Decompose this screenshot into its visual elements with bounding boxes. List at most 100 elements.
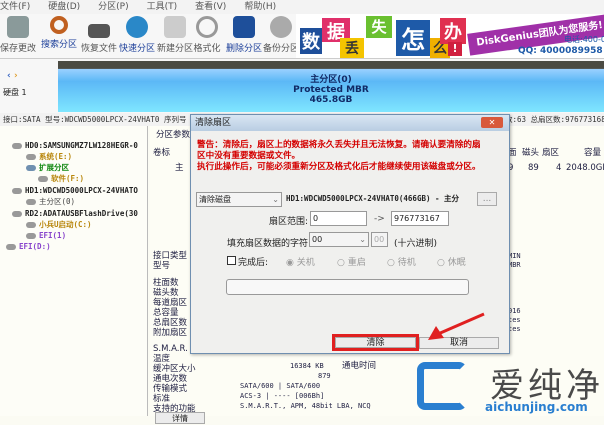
ad-banner[interactable]: 数 据 丢 失 怎 么 办 ! DiskGenius团队为您服务! 电话:400…: [296, 14, 604, 58]
trash-icon: [233, 16, 255, 38]
range-to-input[interactable]: 976773167: [391, 211, 449, 226]
col-header-heads: 磁头: [522, 148, 540, 158]
clear-button[interactable]: 清除: [335, 337, 416, 348]
tree-node-efi-d[interactable]: EFI(D:): [6, 241, 51, 252]
radio-shutdown[interactable]: ◉ 关机: [286, 255, 315, 268]
warning-line-3: 执行此操作后，可能必须重新分区及格式化后才能继续使用该磁盘或分区。: [197, 162, 481, 172]
watermark-logo-icon: [417, 362, 467, 410]
label-power-count: 通电次数: [153, 374, 188, 384]
radio-hibernate[interactable]: ○ 休眠: [437, 255, 466, 268]
tree-node-usb-boot[interactable]: 小兵U启动(C:): [26, 219, 92, 230]
menu-view[interactable]: 查看(V): [195, 0, 226, 14]
chevron-down-icon: ⌄: [359, 235, 366, 244]
tab-partition-params[interactable]: 分区参数: [156, 130, 190, 140]
quick-partition-icon: [126, 16, 148, 38]
watermark: 爱纯净 aichunjing.com: [415, 358, 604, 416]
tree-node-rd2[interactable]: RD2:ADATAUSBFlashDrive(30: [12, 208, 138, 219]
label-power-time: 通电时间: [342, 361, 377, 371]
close-icon: ✕: [488, 118, 496, 127]
volume-label-header: 卷标: [153, 148, 171, 158]
disk-info-left: 接口:SATA 型号:WDCWD5000LPCX-24VHAT0 序列号: [3, 115, 187, 124]
tree-node-primary[interactable]: 主分区(0): [26, 196, 75, 207]
details-button[interactable]: 详情: [155, 412, 205, 424]
close-button[interactable]: ✕: [481, 117, 503, 128]
disk-partition-bar[interactable]: 主分区(0) Protected MBR 465.8GB: [58, 61, 604, 112]
dialog-title-bar[interactable]: 清除扇区 ✕: [191, 115, 509, 131]
menu-tools[interactable]: 工具(T): [147, 0, 178, 14]
label-buffer: 缓冲区大小: [153, 364, 196, 374]
value-features: S.M.A.R.T., APM, 48bit LBA, NCQ: [240, 402, 371, 410]
tree-node-hd0[interactable]: HD0:SAMSUNGMZ7LW128HEGR-0: [12, 140, 138, 151]
value-transfer: SATA/600 | SATA/600: [240, 382, 321, 390]
disk-info-right: 数:63 总扇区数:976773168: [505, 115, 604, 124]
label-extra-sectors: 附加扇区: [153, 328, 188, 338]
new-partition-icon: [164, 16, 186, 38]
label-total-sectors: 总扇区数: [153, 318, 188, 328]
label-transfer-mode: 传输模式: [153, 384, 188, 394]
label-model: 型号: [153, 261, 171, 271]
target-disk-label: HD1:WDCWD5000LPCX-24VHAT0(466GB) - 主分: [286, 194, 460, 203]
save-icon: [7, 16, 29, 38]
clear-mode-select[interactable]: 清除磁盘 ⌄: [196, 192, 282, 207]
recover-icon: [88, 24, 110, 38]
cell-sectors: 4: [556, 163, 562, 173]
banner-phone: 电话:400-0: [564, 35, 604, 44]
after-complete-checkbox[interactable]: [227, 256, 236, 265]
col-header-capacity: 容量: [584, 148, 602, 158]
fill-hex-note: (十六进制): [394, 239, 438, 249]
label-temperature: 温度: [153, 354, 171, 364]
next-disk-arrow-icon[interactable]: ›: [14, 71, 18, 81]
menu-file[interactable]: 文件(F): [0, 0, 30, 14]
progress-bar: [226, 279, 469, 295]
radio-restart[interactable]: ○ 重启: [337, 255, 366, 268]
watermark-url: aichunjing.com: [485, 400, 588, 414]
dialog-title: 清除扇区: [195, 118, 232, 128]
label-total-capacity: 总容量: [153, 308, 179, 318]
cell-capacity: 2048.0GB: [566, 163, 604, 173]
menu-partition[interactable]: 分区(P): [98, 0, 128, 14]
browse-button[interactable]: ...: [477, 192, 497, 206]
menu-help[interactable]: 帮助(H): [244, 0, 276, 14]
disk-label: 硬盘 1: [3, 88, 27, 97]
chevron-down-icon: ⌄: [272, 195, 279, 204]
fill-hex-input[interactable]: 00: [371, 232, 388, 247]
menu-bar: 文件(F) 硬盘(D) 分区(P) 工具(T) 查看(V) 帮助(H): [0, 0, 604, 14]
tree-node-system[interactable]: 系统(E:): [26, 151, 72, 162]
disk-tree: HD0:SAMSUNGMZ7LW128HEGR-0 系统(E:) 扩展分区 软件…: [0, 126, 148, 416]
save-button[interactable]: 保存更改: [0, 16, 41, 54]
tree-node-efi1[interactable]: EFI(1): [26, 230, 66, 241]
range-arrow: ->: [374, 214, 385, 224]
warning-line-1: 警告：清除后，扇区上的数据将永久丢失并且无法恢复。请确认要清除的扇: [197, 140, 481, 150]
fill-char-select[interactable]: 00 ⌄: [309, 232, 369, 247]
partition-name: 主分区(0): [310, 75, 352, 85]
tree-node-hd1[interactable]: HD1:WDCWD5000LPCX-24VHATO: [12, 185, 138, 196]
range-from-input[interactable]: 0: [310, 211, 367, 226]
partition-size: 465.8GB: [309, 95, 353, 105]
cell-heads: 89: [528, 163, 539, 173]
after-complete-label: 完成后:: [238, 258, 269, 268]
tree-node-software[interactable]: 软件(F:): [38, 173, 84, 184]
label-standard: 标准: [153, 394, 171, 404]
label-cylinders: 柱面数: [153, 278, 179, 288]
label-interface: 接口类型: [153, 251, 188, 261]
format-icon: [196, 16, 218, 38]
value-buffer: 16384 KB: [290, 362, 324, 370]
radio-standby[interactable]: ○ 待机: [387, 255, 416, 268]
partition-entry[interactable]: 主: [175, 163, 184, 173]
range-label: 扇区范围:: [269, 217, 309, 227]
menu-disk[interactable]: 硬盘(D): [48, 0, 80, 14]
label-sectors-per-track: 每道扇区: [153, 298, 188, 308]
fill-char-label: 填充扇区数据的字符:: [227, 239, 312, 249]
banner-qq: QQ: 4000089958: [518, 46, 603, 56]
col-header-sectors: 扇区: [542, 148, 560, 158]
warning-line-2: 区中没有重要数据或文件。: [197, 151, 301, 161]
backup-icon: [270, 16, 292, 38]
prev-disk-arrow-icon[interactable]: ‹: [7, 71, 11, 81]
label-heads: 磁头数: [153, 288, 179, 298]
tree-node-extended[interactable]: 扩展分区: [26, 162, 69, 173]
partition-type: Protected MBR: [293, 85, 369, 95]
magnifier-icon: [50, 16, 68, 34]
label-smart: S.M.A.R.: [153, 344, 188, 354]
value-power-count: 879: [318, 372, 331, 380]
red-arrow-icon: [428, 312, 485, 340]
